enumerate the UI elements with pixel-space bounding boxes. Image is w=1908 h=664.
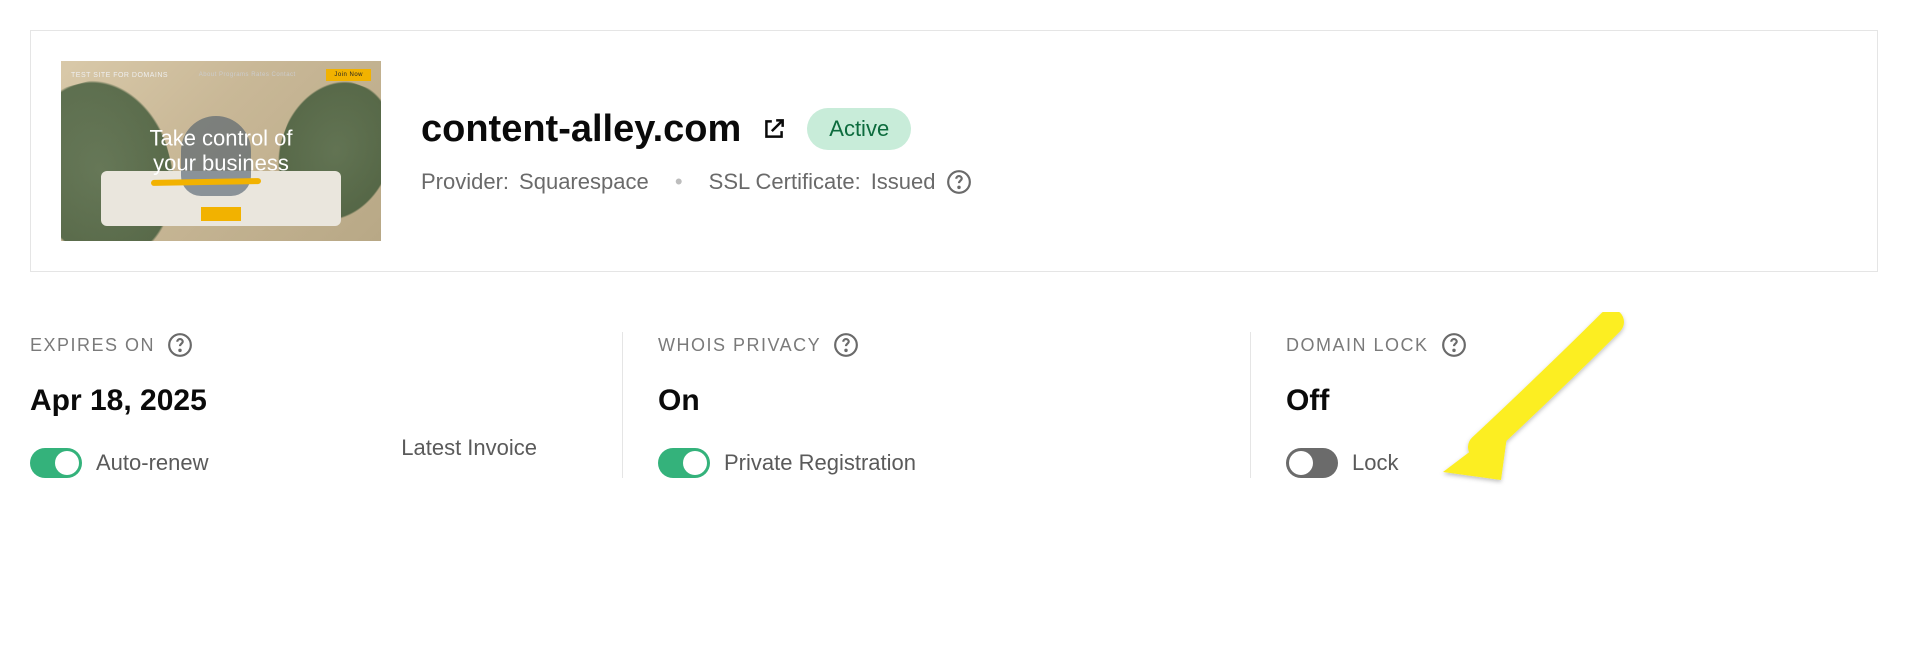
domain-meta: Provider: Squarespace • SSL Certificate:… (421, 169, 972, 195)
thumb-brand: TEST SITE FOR DOMAINS (71, 72, 168, 79)
ssl-label: SSL Certificate: (709, 169, 861, 195)
help-icon[interactable] (946, 169, 972, 195)
domain-details-columns: EXPIRES ON Apr 18, 2025 Auto-renew Lates… (30, 332, 1878, 478)
help-icon[interactable] (167, 332, 193, 358)
thumb-headline: Take control of your business (93, 126, 349, 177)
external-link-icon[interactable] (761, 116, 787, 142)
expires-value: Apr 18, 2025 (30, 384, 587, 418)
help-icon[interactable] (1441, 332, 1467, 358)
whois-label: WHOIS PRIVACY (658, 335, 821, 356)
expires-column: EXPIRES ON Apr 18, 2025 Auto-renew Lates… (30, 332, 622, 478)
separator-dot: • (675, 169, 683, 195)
thumb-cta: Join Now (326, 69, 371, 81)
private-registration-toggle[interactable] (658, 448, 710, 478)
help-icon[interactable] (833, 332, 859, 358)
latest-invoice-link[interactable]: Latest Invoice (401, 435, 537, 461)
auto-renew-label: Auto-renew (96, 450, 209, 476)
status-badge: Active (807, 108, 911, 150)
domain-lock-value: Off (1286, 384, 1843, 418)
domain-header-card: TEST SITE FOR DOMAINS About Programs Rat… (30, 30, 1878, 272)
domain-header-info: content-alley.com Active Provider: Squar… (421, 108, 972, 195)
provider-label: Provider: (421, 169, 509, 195)
domain-lock-column: DOMAIN LOCK Off Lock (1250, 332, 1878, 478)
domain-name: content-alley.com (421, 108, 741, 151)
provider-value: Squarespace (519, 169, 649, 195)
whois-column: WHOIS PRIVACY On Private Registration (622, 332, 1250, 478)
thumb-nav: About Programs Rates Contact (199, 72, 296, 78)
auto-renew-toggle[interactable] (30, 448, 82, 478)
lock-toggle[interactable] (1286, 448, 1338, 478)
lock-label: Lock (1352, 450, 1398, 476)
ssl-value: Issued (871, 169, 936, 195)
site-thumbnail[interactable]: TEST SITE FOR DOMAINS About Programs Rat… (61, 61, 381, 241)
whois-value: On (658, 384, 1215, 418)
private-registration-label: Private Registration (724, 450, 916, 476)
domain-lock-label: DOMAIN LOCK (1286, 335, 1429, 356)
expires-label: EXPIRES ON (30, 335, 155, 356)
